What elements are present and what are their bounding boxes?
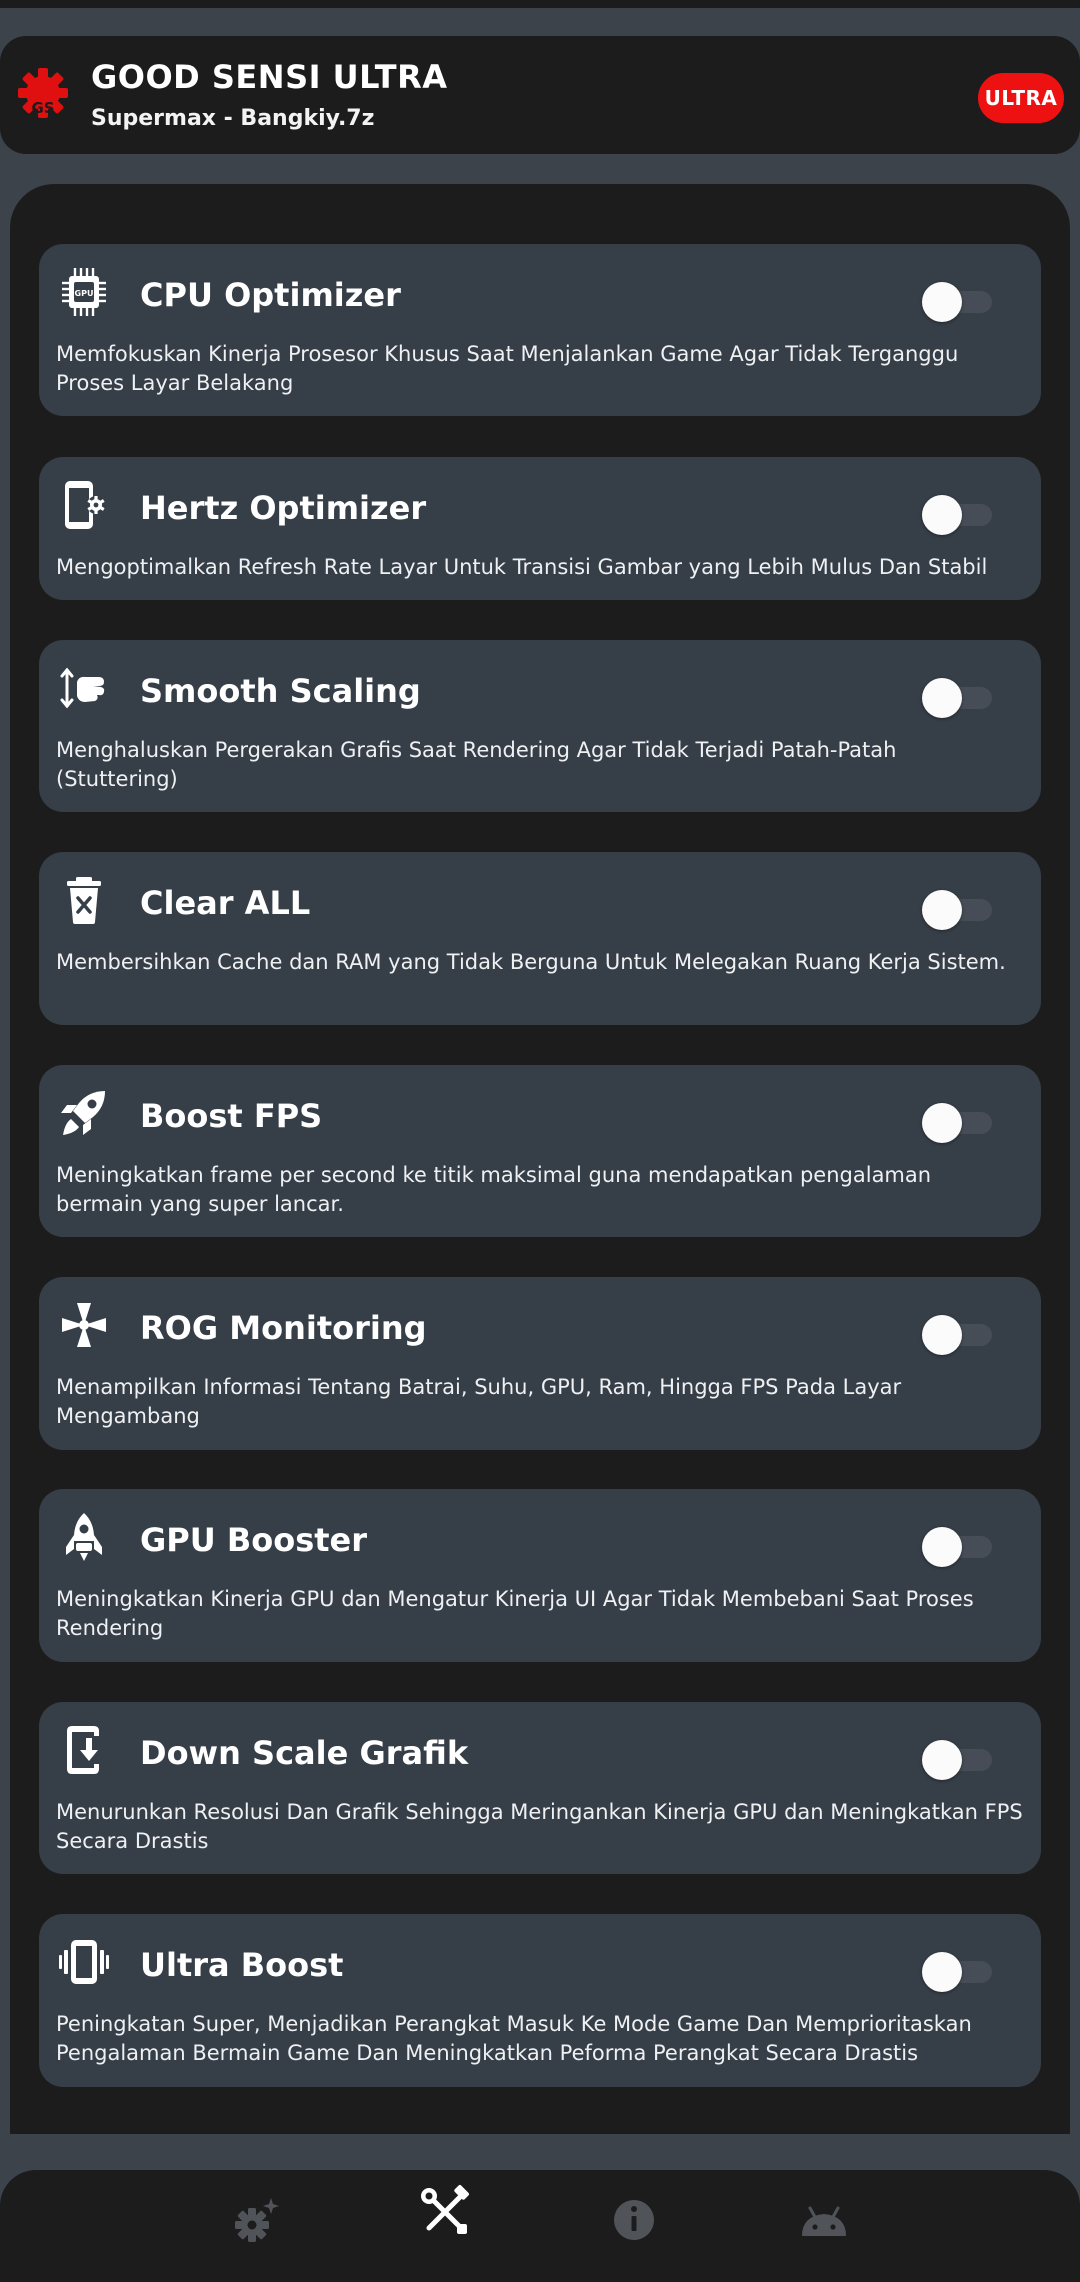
feature-description: Peningkatan Super, Menjadikan Perangkat … [56, 2012, 972, 2065]
phone-vibrate-icon [59, 1936, 109, 1988]
feature-card-down-scale-grafik: Down Scale Grafik Menurunkan Resolusi Da… [39, 1702, 1041, 1874]
feature-card-smooth-scaling: Smooth Scaling Menghaluskan Pergerakan G… [39, 640, 1041, 812]
toggle-thumb [922, 1527, 962, 1567]
app-title: GOOD SENSI ULTRA [91, 58, 448, 96]
feature-card-ultra-boost: Ultra Boost Peningkatan Super, Menjadika… [39, 1914, 1041, 2087]
feature-title: ROG Monitoring [140, 1309, 427, 1347]
swipe-vertical-icon [59, 662, 109, 714]
feature-card-rog-monitoring: ROG Monitoring Menampilkan Informasi Ten… [39, 1277, 1041, 1450]
nav-gear-sparkle[interactable] [227, 2192, 283, 2248]
feature-description: Menurunkan Resolusi Dan Grafik Sehingga … [56, 1800, 1023, 1853]
toggle-thumb [922, 1740, 962, 1780]
feature-title: Smooth Scaling [140, 672, 421, 710]
toggle-thumb [922, 890, 962, 930]
clear-all-toggle[interactable] [922, 890, 994, 930]
toggle-thumb [922, 1315, 962, 1355]
feature-title: Hertz Optimizer [140, 489, 427, 527]
feature-description: Menampilkan Informasi Tentang Batrai, Su… [56, 1375, 902, 1428]
down-scale-grafik-toggle[interactable] [922, 1740, 994, 1780]
red-gear-logo-icon: GS [18, 63, 68, 123]
phone-download-icon [59, 1724, 109, 1776]
ultra-badge[interactable]: ULTRA [978, 73, 1064, 123]
svg-text:GPU: GPU [75, 289, 94, 298]
feature-card-clear-all: Clear ALL Membersihkan Cache dan RAM yan… [39, 852, 1041, 1025]
tools-icon [421, 2185, 469, 2234]
status-strip [0, 0, 1080, 8]
android-icon [802, 2206, 846, 2236]
feature-description: Meningkatkan frame per second ke titik m… [56, 1163, 932, 1216]
cpu-optimizer-toggle[interactable] [922, 282, 994, 322]
feature-title: CPU Optimizer [140, 276, 401, 314]
feature-description: Mengoptimalkan Refresh Rate Layar Untuk … [56, 555, 988, 579]
phone-settings-icon [59, 479, 109, 531]
feature-title: Boost FPS [140, 1097, 323, 1135]
ultra-boost-toggle[interactable] [922, 1952, 994, 1992]
feature-title: Down Scale Grafik [140, 1734, 469, 1772]
toggle-thumb [922, 1103, 962, 1143]
feature-card-gpu-booster: GPU Booster Meningkatkan Kinerja GPU dan… [39, 1489, 1041, 1662]
rocket-icon [59, 1511, 109, 1563]
nav-tools[interactable] [417, 2184, 473, 2240]
feature-title: GPU Booster [140, 1521, 368, 1559]
feature-description: Meningkatkan Kinerja GPU dan Mengatur Ki… [56, 1587, 974, 1640]
toggle-thumb [922, 1952, 962, 1992]
feature-card-cpu-optimizer: GPU CPU Optimizer Memfokuskan Kinerja Pr… [39, 244, 1041, 416]
rog-monitoring-toggle[interactable] [922, 1315, 994, 1355]
app-header: GS GOOD SENSI ULTRA Supermax - Bangkiy.7… [0, 36, 1080, 154]
bottom-navigation [0, 2170, 1080, 2282]
feature-title: Ultra Boost [140, 1946, 344, 1984]
toggle-thumb [922, 678, 962, 718]
feature-card-boost-fps: Boost FPS Meningkatkan frame per second … [39, 1065, 1041, 1237]
feature-card-hertz-optimizer: Hertz Optimizer Mengoptimalkan Refresh R… [39, 457, 1041, 600]
cpu-chip-icon: GPU [59, 266, 109, 318]
fan-icon [59, 1299, 109, 1351]
app-subtitle: Supermax - Bangkiy.7z [91, 106, 375, 131]
toggle-thumb [922, 282, 962, 322]
nav-android[interactable] [796, 2192, 852, 2248]
feature-description: Membersihkan Cache dan RAM yang Tidak Be… [56, 950, 1006, 974]
logo-text: GS [31, 99, 55, 117]
trash-clear-icon [59, 874, 109, 926]
info-icon [614, 2200, 654, 2240]
hertz-optimizer-toggle[interactable] [922, 495, 994, 535]
gpu-booster-toggle[interactable] [922, 1527, 994, 1567]
feature-description: Memfokuskan Kinerja Prosesor Khusus Saat… [56, 342, 959, 395]
boost-fps-toggle[interactable] [922, 1103, 994, 1143]
nav-info[interactable] [606, 2192, 662, 2248]
rocket-launch-icon [59, 1087, 109, 1139]
smooth-scaling-toggle[interactable] [922, 678, 994, 718]
toggle-thumb [922, 495, 962, 535]
gear-sparkle-icon [235, 2198, 279, 2242]
feature-title: Clear ALL [140, 884, 311, 922]
feature-description: Menghaluskan Pergerakan Grafis Saat Rend… [56, 738, 897, 791]
